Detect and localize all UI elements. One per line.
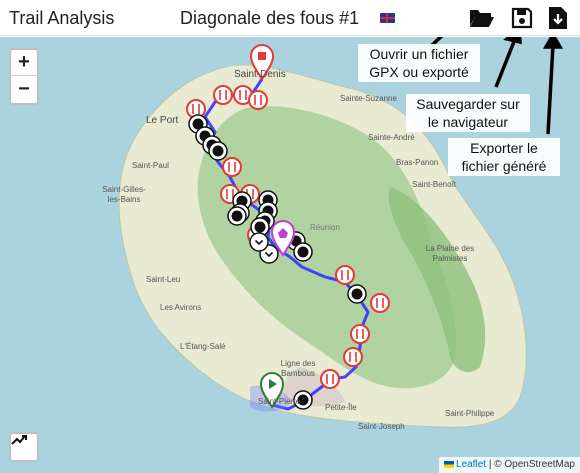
save-button[interactable]	[507, 4, 537, 32]
trace-title: Diagonale des fous #1	[180, 8, 360, 28]
chart-line-icon	[11, 435, 27, 445]
callout-export: Exporter le fichier généré	[448, 138, 560, 176]
place-saint-paul: Saint-Paul	[132, 161, 169, 170]
place-etang-sale: L'Étang-Salé	[180, 342, 226, 351]
place-ligne-bambous: Ligne des Bambous	[280, 359, 316, 378]
place-sainte-suzanne: Sainte-Suzanne	[340, 94, 397, 103]
callout-open: Ouvrir un fichier GPX ou exporté	[358, 44, 480, 82]
osm-link[interactable]: OpenStreetMap	[504, 459, 575, 470]
zoom-in-button[interactable]: +	[11, 50, 37, 76]
place-saint-pierre: Saint-Pierre	[258, 397, 301, 406]
export-button[interactable]	[543, 4, 573, 32]
place-plaine-palmistes: La Plaine des Palmistes	[425, 244, 475, 263]
leaflet-link[interactable]: Leaflet	[456, 459, 486, 470]
callout-export-line-2: fichier généré	[461, 158, 547, 174]
callout-save-line-1: Sauvegarder sur	[416, 96, 520, 112]
folder-open-icon	[470, 10, 494, 27]
place-sainte-andre: Sainte-André	[368, 133, 415, 142]
callout-save: Sauvegarder sur le navigateur	[406, 94, 530, 132]
zoom-out-button[interactable]: −	[11, 76, 37, 102]
app-title: Trail Analysis	[9, 8, 115, 28]
place-bras-panon: Bras-Panon	[396, 158, 439, 167]
uk-flag-icon[interactable]	[380, 13, 395, 23]
place-saint-benoit: Saint-Benoît	[412, 180, 457, 189]
ukraine-flag-icon	[444, 461, 455, 468]
place-saint-leu: Saint-Leu	[146, 275, 181, 284]
callout-export-line-1: Exporter le	[470, 140, 538, 156]
open-file-button[interactable]	[467, 4, 497, 32]
place-saint-denis: Saint-Denis	[234, 69, 286, 80]
callout-open-line-1: Ouvrir un fichier	[369, 46, 469, 62]
place-saint-joseph: Saint-Joseph	[358, 422, 405, 431]
place-les-avirons: Les Avirons	[160, 303, 202, 312]
place-le-port: Le Port	[146, 115, 179, 126]
place-saint-gilles: Saint-Gilles-les-Bains	[102, 185, 146, 204]
elevation-chart-button[interactable]	[9, 432, 39, 462]
top-bar: Trail Analysis Diagonale des fous #1	[0, 0, 580, 36]
attribution-separator: | ©	[486, 459, 505, 470]
zoom-control: + −	[9, 48, 39, 105]
callout-save-line-2: le navigateur	[427, 114, 509, 130]
place-reunion: Réunion	[310, 223, 340, 232]
map[interactable]: Saint-Denis Sainte-Suzanne Le Port Saint…	[0, 37, 580, 473]
place-petite-ile: Petite-Île	[325, 403, 357, 412]
callout-open-line-2: GPX ou exporté	[369, 64, 469, 80]
file-download-icon	[549, 7, 567, 29]
map-attribution: Leaflet | © OpenStreetMap	[439, 457, 580, 473]
floppy-disk-icon	[511, 7, 533, 29]
place-saint-philippe: Saint-Philippe	[445, 409, 495, 418]
